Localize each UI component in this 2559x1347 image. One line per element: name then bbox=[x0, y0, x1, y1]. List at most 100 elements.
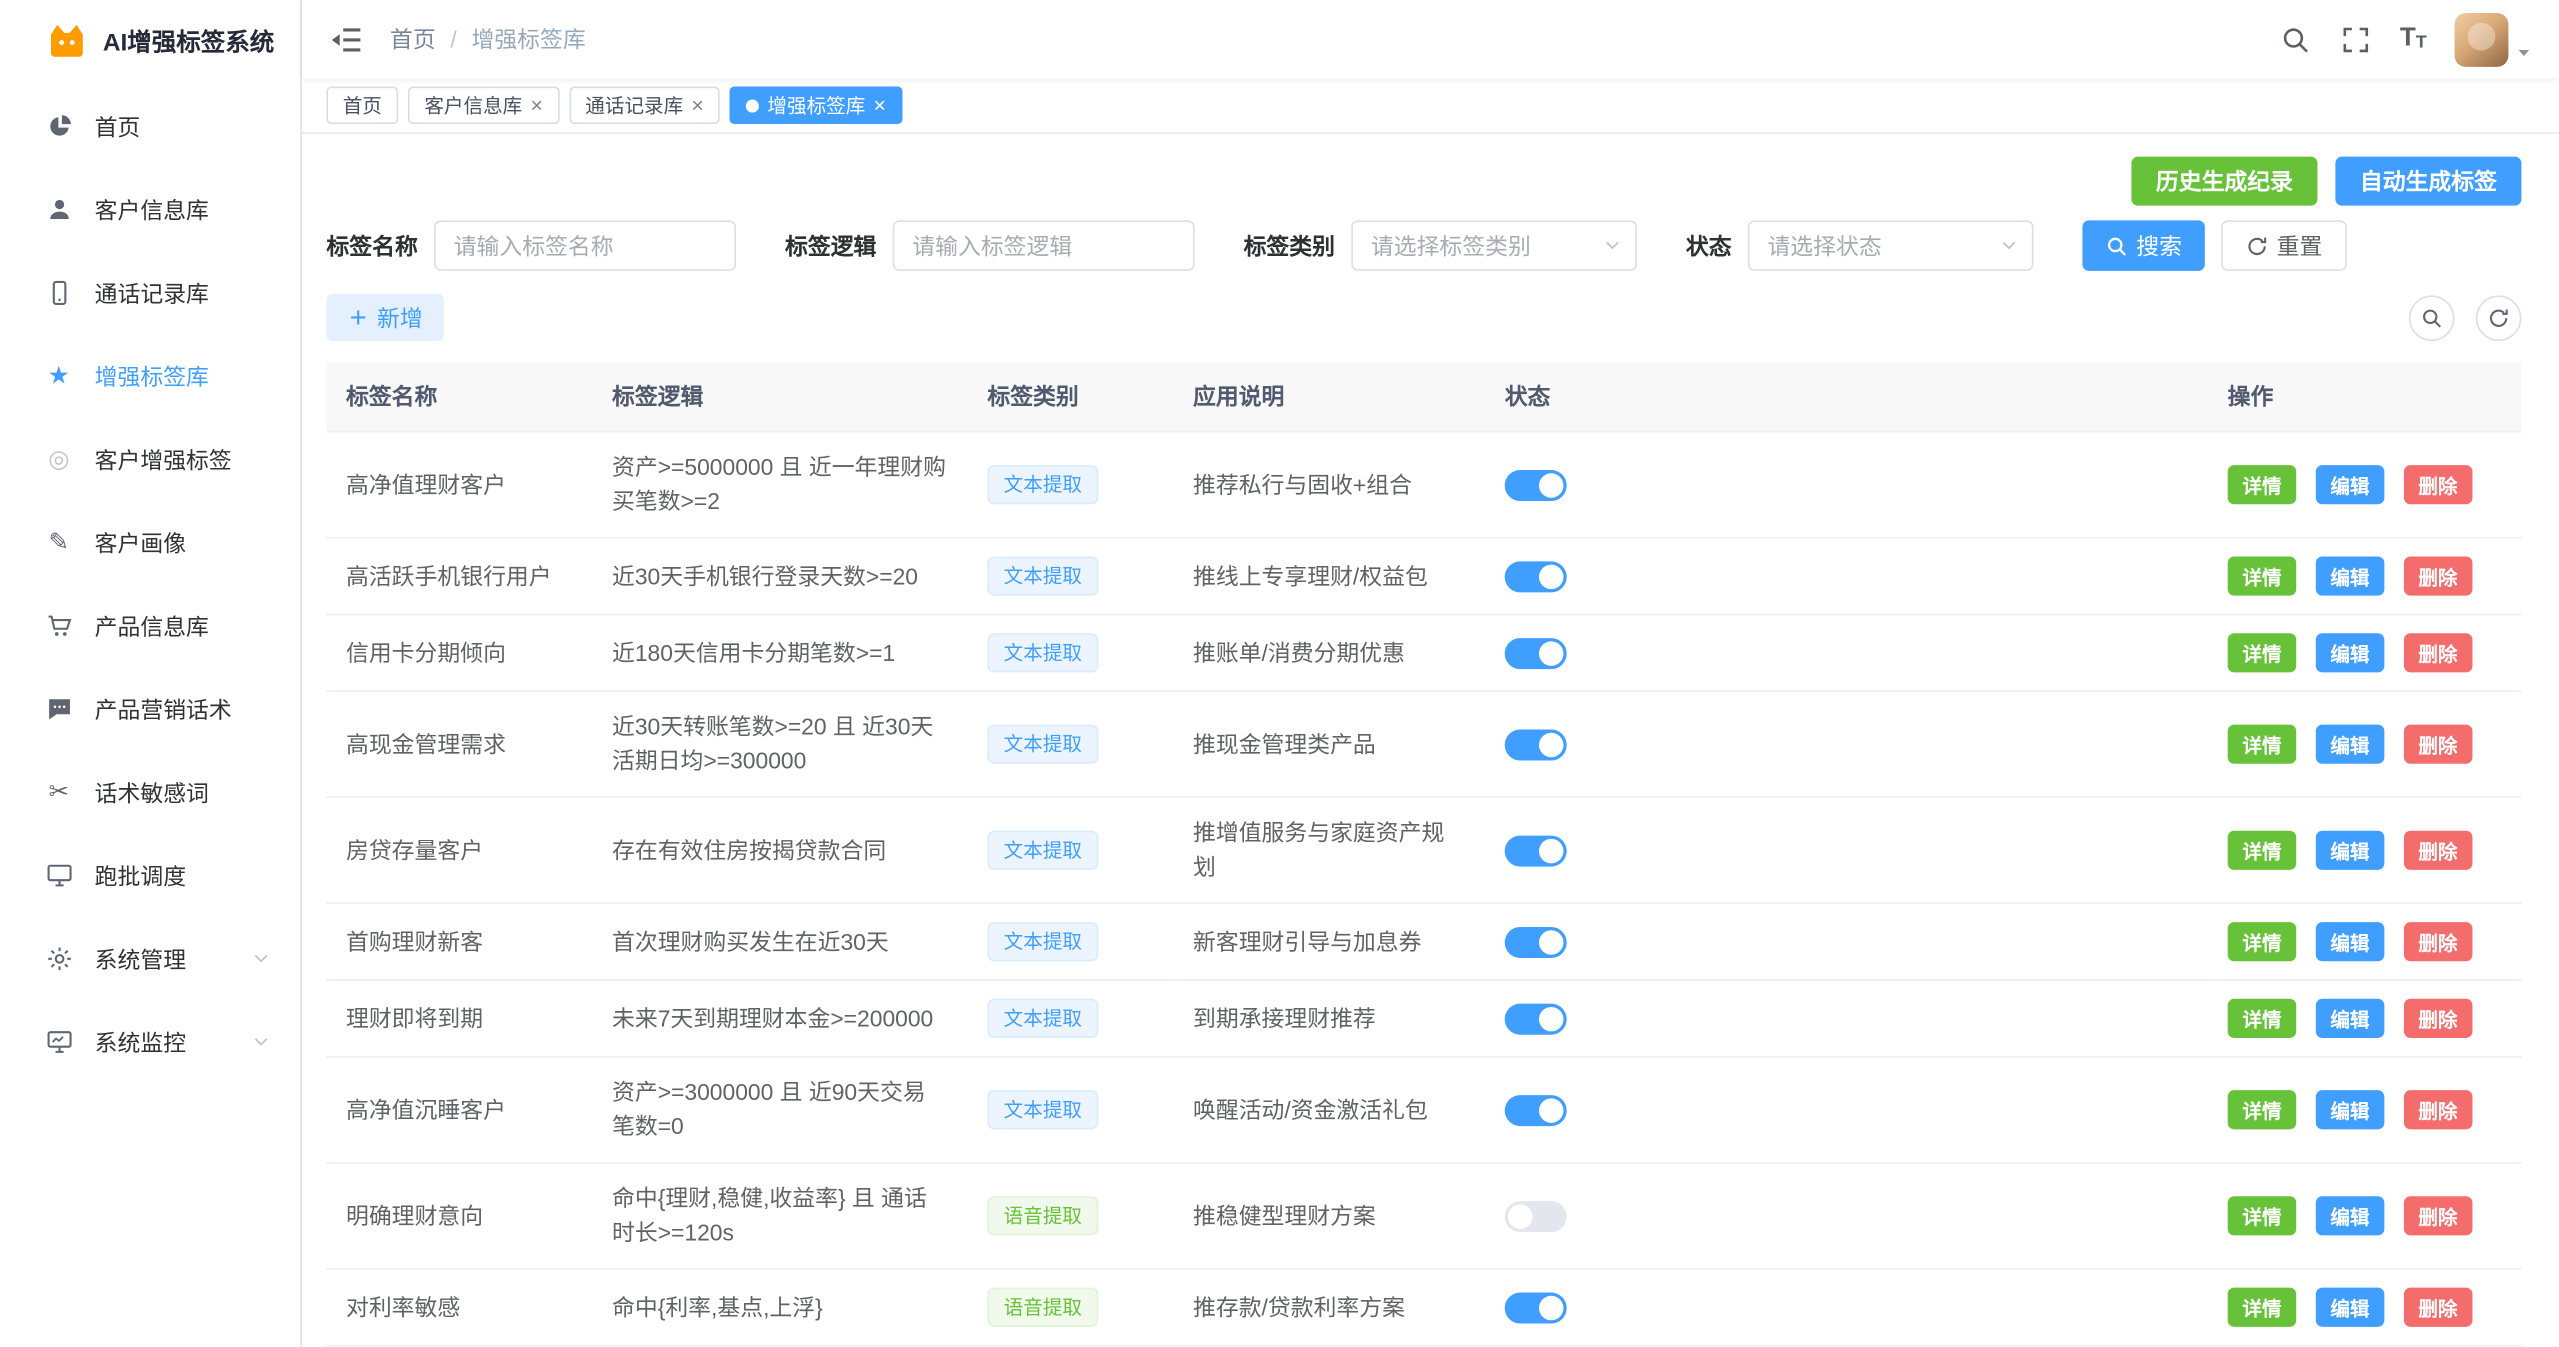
status-toggle[interactable] bbox=[1505, 1202, 1567, 1233]
tag-name-input[interactable] bbox=[434, 220, 736, 271]
filter-status: 状态 请选择状态 bbox=[1686, 220, 2034, 271]
refresh-table-icon[interactable] bbox=[2476, 295, 2522, 341]
search-icon[interactable] bbox=[2279, 23, 2312, 56]
detail-button[interactable]: 详情 bbox=[2228, 999, 2297, 1038]
sidebar-item-sensitive-words[interactable]: ✂ 话术敏感词 bbox=[0, 751, 300, 834]
delete-button[interactable]: 删除 bbox=[2404, 999, 2473, 1038]
sidebar-item-tag-library[interactable]: ★ 增强标签库 bbox=[0, 335, 300, 418]
status-toggle[interactable] bbox=[1505, 1004, 1567, 1035]
tag-logic-input[interactable] bbox=[893, 220, 1195, 271]
monitor-icon bbox=[44, 1027, 73, 1056]
edit-button[interactable]: 编辑 bbox=[2316, 465, 2385, 504]
star-icon: ★ bbox=[44, 361, 73, 390]
sidebar-item-label: 话术敏感词 bbox=[95, 776, 209, 809]
status-toggle[interactable] bbox=[1505, 1096, 1567, 1127]
reset-button[interactable]: 重置 bbox=[2221, 220, 2347, 271]
header-description: 应用说明 bbox=[1173, 362, 1485, 431]
sidebar-item-system-monitoring[interactable]: 系统监控 bbox=[0, 1000, 300, 1083]
delete-button[interactable]: 删除 bbox=[2404, 1196, 2473, 1235]
tags-table: 标签名称 标签逻辑 标签类别 应用说明 状态 操作 高净值理财客户 资产>=50… bbox=[326, 362, 2521, 1346]
fullscreen-icon[interactable] bbox=[2339, 23, 2372, 56]
tag-description: 新客理财引导与加息券 bbox=[1173, 903, 1485, 980]
font-size-icon[interactable]: TT bbox=[2400, 26, 2427, 52]
sidebar-item-system-management[interactable]: 系统管理 bbox=[0, 917, 300, 1000]
sidebar-item-call-records[interactable]: 通话记录库 bbox=[0, 251, 300, 334]
user-menu[interactable] bbox=[2455, 12, 2533, 66]
tag-name: 理财即将到期 bbox=[326, 980, 592, 1057]
detail-button[interactable]: 详情 bbox=[2228, 465, 2297, 504]
history-generation-button[interactable]: 历史生成纪录 bbox=[2131, 157, 2317, 206]
tag-name: 首购理财新客 bbox=[326, 903, 592, 980]
breadcrumb-home[interactable]: 首页 bbox=[390, 23, 436, 56]
status-toggle[interactable] bbox=[1505, 836, 1567, 867]
add-button[interactable]: 新增 bbox=[326, 294, 444, 341]
status-toggle[interactable] bbox=[1505, 562, 1567, 593]
delete-button[interactable]: 删除 bbox=[2404, 922, 2473, 961]
tag-name: 房贷存量客户 bbox=[326, 797, 592, 903]
table-row: 明确理财意向 命中{理财,稳健,收益率} 且 通话时长>=120s 语音提取 推… bbox=[326, 1163, 2521, 1269]
toggle-search-icon[interactable] bbox=[2409, 295, 2455, 341]
tag-description: 推存款/贷款利率方案 bbox=[1173, 1269, 1485, 1346]
close-icon[interactable]: × bbox=[691, 95, 703, 116]
delete-button[interactable]: 删除 bbox=[2404, 831, 2473, 870]
category-badge: 文本提取 bbox=[987, 1090, 1098, 1129]
delete-button[interactable]: 删除 bbox=[2404, 633, 2473, 672]
filter-label: 标签逻辑 bbox=[785, 229, 876, 262]
edit-button[interactable]: 编辑 bbox=[2316, 999, 2385, 1038]
detail-button[interactable]: 详情 bbox=[2228, 633, 2297, 672]
header-category: 标签类别 bbox=[968, 362, 1174, 431]
edit-button[interactable]: 编辑 bbox=[2316, 633, 2385, 672]
breadcrumb-current: 增强标签库 bbox=[471, 23, 585, 56]
detail-button[interactable]: 详情 bbox=[2228, 725, 2297, 764]
detail-button[interactable]: 详情 bbox=[2228, 1196, 2297, 1235]
search-button[interactable]: 搜索 bbox=[2082, 220, 2204, 271]
sidebar-collapse-icon[interactable] bbox=[328, 21, 364, 57]
category-select[interactable]: 请选择标签类别 bbox=[1351, 220, 1637, 271]
table-row: 信用卡分期倾向 近180天信用卡分期笔数>=1 文本提取 推账单/消费分期优惠 … bbox=[326, 614, 2521, 691]
avatar[interactable] bbox=[2455, 12, 2509, 66]
auto-generate-button[interactable]: 自动生成标签 bbox=[2335, 157, 2521, 206]
tab-home[interactable]: 首页 bbox=[326, 86, 398, 124]
status-toggle[interactable] bbox=[1505, 471, 1567, 502]
tag-logic: 存在有效住房按揭贷款合同 bbox=[592, 797, 967, 903]
tab-tag-library[interactable]: 增强标签库 × bbox=[730, 86, 902, 124]
edit-button[interactable]: 编辑 bbox=[2316, 922, 2385, 961]
delete-button[interactable]: 删除 bbox=[2404, 1090, 2473, 1129]
status-toggle[interactable] bbox=[1505, 1293, 1567, 1324]
detail-button[interactable]: 详情 bbox=[2228, 922, 2297, 961]
status-toggle[interactable] bbox=[1505, 730, 1567, 761]
close-icon[interactable]: × bbox=[874, 95, 886, 116]
edit-button[interactable]: 编辑 bbox=[2316, 831, 2385, 870]
detail-button[interactable]: 详情 bbox=[2228, 1090, 2297, 1129]
sidebar-item-customer-portrait[interactable]: ✎ 客户画像 bbox=[0, 501, 300, 584]
edit-button[interactable]: 编辑 bbox=[2316, 1090, 2385, 1129]
sidebar-item-customer-info[interactable]: 客户信息库 bbox=[0, 168, 300, 251]
sidebar-item-marketing-scripts[interactable]: 产品营销话术 bbox=[0, 667, 300, 750]
tag-name: 高现金管理需求 bbox=[326, 691, 592, 797]
sidebar-item-product-info[interactable]: 产品信息库 bbox=[0, 584, 300, 667]
delete-button[interactable]: 删除 bbox=[2404, 557, 2473, 596]
status-toggle[interactable] bbox=[1505, 639, 1567, 670]
delete-button[interactable]: 删除 bbox=[2404, 465, 2473, 504]
sidebar-item-customer-tags[interactable]: ◎ 客户增强标签 bbox=[0, 418, 300, 501]
edit-button[interactable]: 编辑 bbox=[2316, 557, 2385, 596]
status-select[interactable]: 请选择状态 bbox=[1748, 220, 2034, 271]
category-badge: 文本提取 bbox=[987, 725, 1098, 764]
detail-button[interactable]: 详情 bbox=[2228, 831, 2297, 870]
tab-call-records[interactable]: 通话记录库 × bbox=[569, 86, 720, 124]
edit-button[interactable]: 编辑 bbox=[2316, 1196, 2385, 1235]
delete-button[interactable]: 删除 bbox=[2404, 1288, 2473, 1327]
status-toggle[interactable] bbox=[1505, 927, 1567, 958]
close-icon[interactable]: × bbox=[530, 95, 542, 116]
detail-button[interactable]: 详情 bbox=[2228, 557, 2297, 596]
sidebar-item-batch-scheduling[interactable]: 跑批调度 bbox=[0, 834, 300, 917]
tag-logic: 近30天转账笔数>=20 且 近30天活期日均>=300000 bbox=[592, 691, 967, 797]
detail-button[interactable]: 详情 bbox=[2228, 1288, 2297, 1327]
gear-icon bbox=[44, 944, 73, 973]
edit-button[interactable]: 编辑 bbox=[2316, 725, 2385, 764]
sidebar-item-home[interactable]: 首页 bbox=[0, 85, 300, 168]
delete-button[interactable]: 删除 bbox=[2404, 725, 2473, 764]
edit-button[interactable]: 编辑 bbox=[2316, 1288, 2385, 1327]
header-logic: 标签逻辑 bbox=[592, 362, 967, 431]
tab-customer-info[interactable]: 客户信息库 × bbox=[408, 86, 559, 124]
